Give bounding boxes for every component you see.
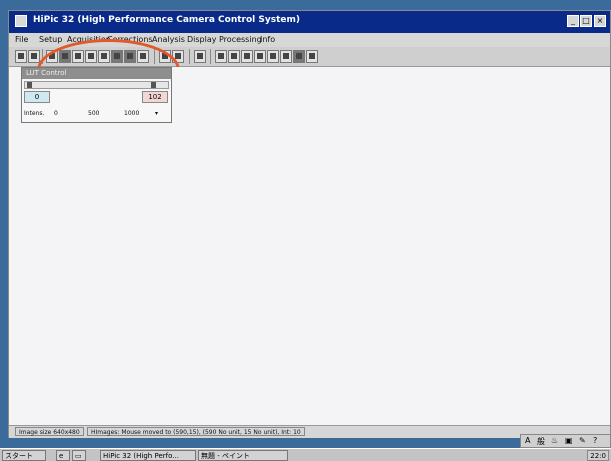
intensity-scale: Intens. 0 500 1000 ▾ [24,105,169,121]
image-size-status: Image size 640x480 [15,427,84,436]
start-button[interactable]: スタート [2,450,46,461]
app-window: HiPic 32 (High Performance Camera Contro… [8,10,611,438]
scale-tick: 1000 [124,110,140,117]
ime-dictionary-icon[interactable]: ♨ [551,436,558,445]
title-bar: HiPic 32 (High Performance Camera Contro… [9,11,610,33]
task-hipic[interactable]: HiPic 32 (High Perfo... [100,450,196,461]
low-thumb[interactable] [27,82,32,88]
histogram-icon[interactable] [293,50,305,63]
taskbar: スタート e ▭ HiPic 32 (High Perfo... 無題 - ペイ… [0,448,611,461]
menu-file[interactable]: File [15,35,28,44]
lut-panel-title: LUT Control [22,68,171,79]
menu-setup[interactable]: Setup [39,35,62,44]
lut-values: 0 102 [24,91,169,103]
help-icon[interactable] [194,50,206,63]
quicklaunch-desktop-icon[interactable]: ▭ [72,450,86,461]
menu-analysis[interactable]: Analysis [152,35,185,44]
statistics-icon[interactable] [306,50,318,63]
mouse-status: HImages: Mouse moved to (590,15), (590 N… [87,427,305,436]
clock: 22:0 [587,450,609,461]
scale-tick: 0 [54,110,58,117]
high-value-box[interactable]: 102 [142,91,168,103]
scale-dropdown-icon[interactable]: ▾ [155,110,158,117]
high-thumb[interactable] [151,82,156,88]
app-icon [15,15,27,27]
task-paint[interactable]: 無題 - ペイント [198,450,288,461]
profile-icon[interactable] [280,50,292,63]
ime-help-icon[interactable]: ? [593,436,597,445]
pointer-icon[interactable] [215,50,227,63]
line-icon[interactable] [254,50,266,63]
lut-slider[interactable] [24,81,169,89]
scale-label: Intens. [24,110,45,117]
zoom-icon[interactable] [228,50,240,63]
ime-mode-icon[interactable]: A [525,436,530,445]
scale-tick: 500 [88,110,100,117]
menu-info[interactable]: Info [260,35,275,44]
window-title: HiPic 32 (High Performance Camera Contro… [33,15,300,25]
lut-panel: LUT Control 0 102 Intens. 0 500 1000 ▾ [21,67,172,123]
point-icon[interactable] [241,50,253,63]
ime-toolbar[interactable]: A 般 ♨ ▣ ✎ ? [520,434,611,448]
open-icon[interactable] [15,50,27,63]
image-workspace[interactable]: LUT Control 0 102 Intens. 0 500 1000 ▾ [9,67,610,437]
ime-tool-icon[interactable]: ✎ [579,436,586,445]
minimize-button[interactable]: _ [567,15,579,27]
ime-input-icon[interactable]: 般 [537,436,545,447]
menu-processing[interactable]: Processing [219,35,262,44]
ime-pad-icon[interactable]: ▣ [565,436,573,445]
close-button[interactable]: × [594,15,606,27]
roi-rect-icon[interactable] [267,50,279,63]
maximize-button[interactable]: □ [580,15,592,27]
menu-display[interactable]: Display [187,35,217,44]
quicklaunch-ie-icon[interactable]: e [56,450,70,461]
save-icon[interactable] [28,50,40,63]
low-value-box[interactable]: 0 [24,91,50,103]
